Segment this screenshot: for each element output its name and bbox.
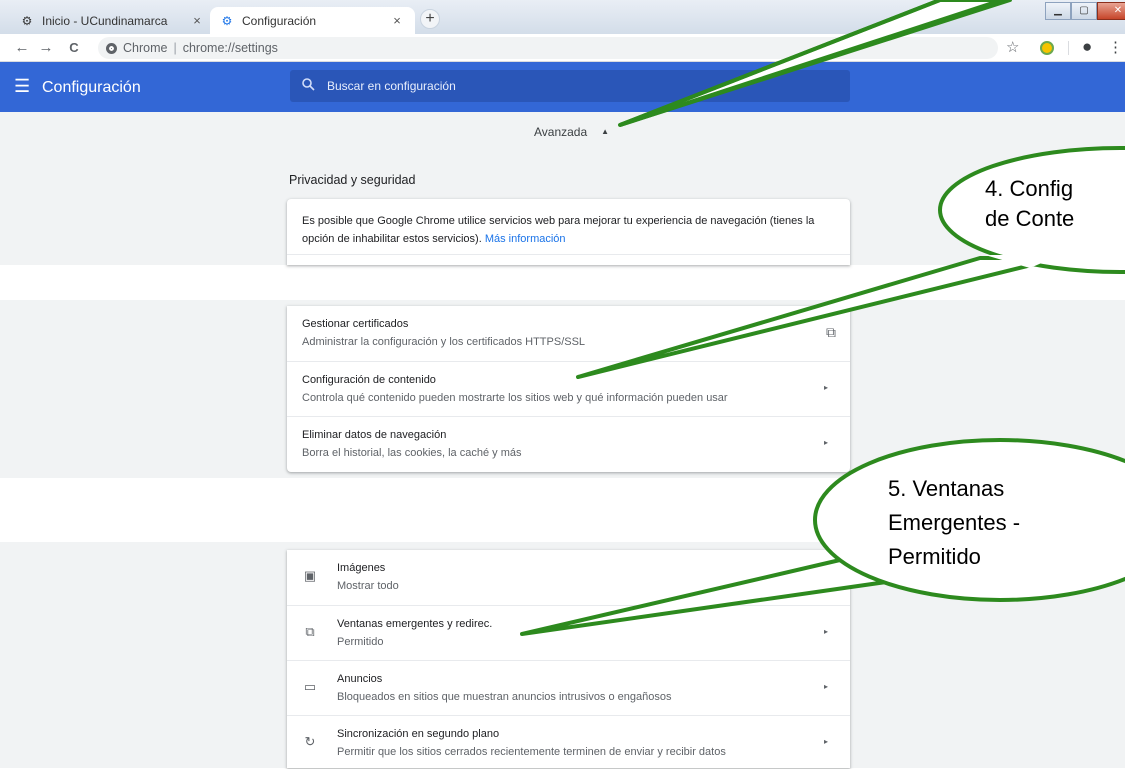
row-subtitle: Bloqueados en sitios que muestran anunci… (337, 691, 672, 703)
forward-button[interactable]: → (36, 38, 56, 58)
advanced-toggle[interactable]: Avanzada ▲ (534, 125, 609, 139)
site-label: Chrome (123, 41, 168, 55)
privacy-intro-card: Es posible que Google Chrome utilice ser… (287, 199, 850, 265)
chevron-right-icon: ▸ (823, 571, 828, 580)
more-info-link[interactable]: Más información (485, 233, 566, 245)
chevron-right-icon: ▸ (823, 627, 828, 636)
divider (287, 254, 850, 255)
row-subtitle: Controla qué contenido pueden mostrarte … (302, 392, 728, 404)
tab-strip: ⚙ Inicio - UCundinamarca × ⚙ Configuraci… (0, 0, 1125, 34)
back-button[interactable]: ← (12, 38, 32, 58)
search-icon (302, 78, 315, 94)
open-in-new-icon: ⧉ (826, 324, 836, 340)
close-window-button[interactable]: ✕ (1097, 2, 1125, 20)
window-controls: ▁ ▢ ✕ (1045, 2, 1125, 20)
page-title: Configuración (42, 79, 141, 96)
callout-5-text: Emergentes - (888, 510, 1020, 535)
content-settings-row[interactable]: Configuración de contenido Controla qué … (287, 361, 850, 415)
image-icon: ▣ (303, 568, 317, 583)
content-settings-card: ▣ Imágenes Mostrar todo ▸ ⧉ Ventanas eme… (287, 550, 850, 768)
ads-icon: ▭ (303, 679, 317, 694)
url-text: chrome://settings (182, 41, 278, 55)
minimize-button[interactable]: ▁ (1045, 2, 1071, 20)
settings-gear-icon: ⚙ (221, 13, 233, 28)
manage-certificates-row[interactable]: Gestionar certificados Administrar la co… (287, 306, 850, 360)
settings-search[interactable] (290, 70, 850, 102)
row-title: Ventanas emergentes y redirec. (337, 618, 493, 630)
tab-inicio[interactable]: ⚙ Inicio - UCundinamarca × (10, 7, 215, 34)
hamburger-menu-icon[interactable]: ☰ (14, 76, 30, 97)
maximize-button[interactable]: ▢ (1071, 2, 1097, 20)
row-subtitle: Mostrar todo (337, 580, 399, 592)
images-row[interactable]: ▣ Imágenes Mostrar todo ▸ (287, 550, 850, 604)
ads-row[interactable]: ▭ Anuncios Bloqueados en sitios que mues… (287, 660, 850, 714)
browser-toolbar: ← → C Chrome | chrome://settings ☆ ● ⋮ (0, 34, 1125, 62)
tab-label: Inicio - UCundinamarca (42, 13, 168, 28)
row-subtitle: Borra el historial, las cookies, la cach… (302, 447, 522, 459)
sync-icon: ↻ (304, 734, 316, 749)
search-input[interactable] (327, 79, 807, 93)
section-heading: Privacidad y seguridad (289, 173, 416, 187)
row-title: Anuncios (337, 673, 383, 685)
callout-5-text: 5. Ventanas (888, 476, 1004, 501)
row-subtitle: Permitir que los sitios cerrados recient… (337, 746, 726, 758)
row-title: Imágenes (337, 562, 386, 574)
reload-button[interactable]: C (64, 38, 84, 58)
menu-icon[interactable]: ⋮ (1108, 38, 1123, 56)
row-subtitle: Administrar la configuración y los certi… (302, 336, 586, 348)
close-icon[interactable]: × (389, 13, 405, 28)
row-title: Configuración de contenido (302, 374, 436, 386)
chrome-icon (106, 42, 117, 54)
tab-label: Configuración (242, 13, 317, 28)
row-subtitle: Permitido (337, 636, 384, 648)
settings-header: ☰ Configuración (0, 62, 1125, 112)
row-title: Gestionar certificados (302, 318, 409, 330)
separator: | (173, 41, 177, 55)
new-tab-button[interactable]: + (420, 9, 440, 29)
chevron-right-icon: ▸ (823, 682, 828, 691)
row-title: Sincronización en segundo plano (337, 728, 500, 740)
close-icon[interactable]: × (189, 13, 205, 28)
tab-configuracion[interactable]: ⚙ Configuración × (210, 7, 415, 34)
bookmark-star-icon[interactable]: ☆ (1006, 38, 1019, 56)
row-title: Eliminar datos de navegación (302, 429, 447, 441)
advanced-label: Avanzada (534, 125, 588, 139)
background-sync-row[interactable]: ↻ Sincronización en segundo plano Permit… (287, 715, 850, 769)
toolbar-divider (1068, 41, 1069, 55)
chevron-right-icon: ▸ (823, 737, 828, 746)
address-bar[interactable]: Chrome | chrome://settings (98, 37, 998, 59)
profile-avatar-icon[interactable]: ● (1082, 37, 1092, 57)
extension-icon[interactable] (1040, 41, 1054, 55)
popups-redirects-row[interactable]: ⧉ Ventanas emergentes y redirec. Permiti… (287, 605, 850, 659)
privacy-settings-card: Gestionar certificados Administrar la co… (287, 306, 850, 472)
open-in-new-icon: ⧉ (305, 624, 315, 639)
chevron-right-icon: ▸ (823, 383, 828, 392)
chevron-right-icon: ▸ (823, 438, 828, 447)
settings-gear-icon: ⚙ (21, 13, 33, 28)
collapse-arrow-icon: ▲ (601, 127, 610, 136)
clear-browsing-data-row[interactable]: Eliminar datos de navegación Borra el hi… (287, 416, 850, 470)
